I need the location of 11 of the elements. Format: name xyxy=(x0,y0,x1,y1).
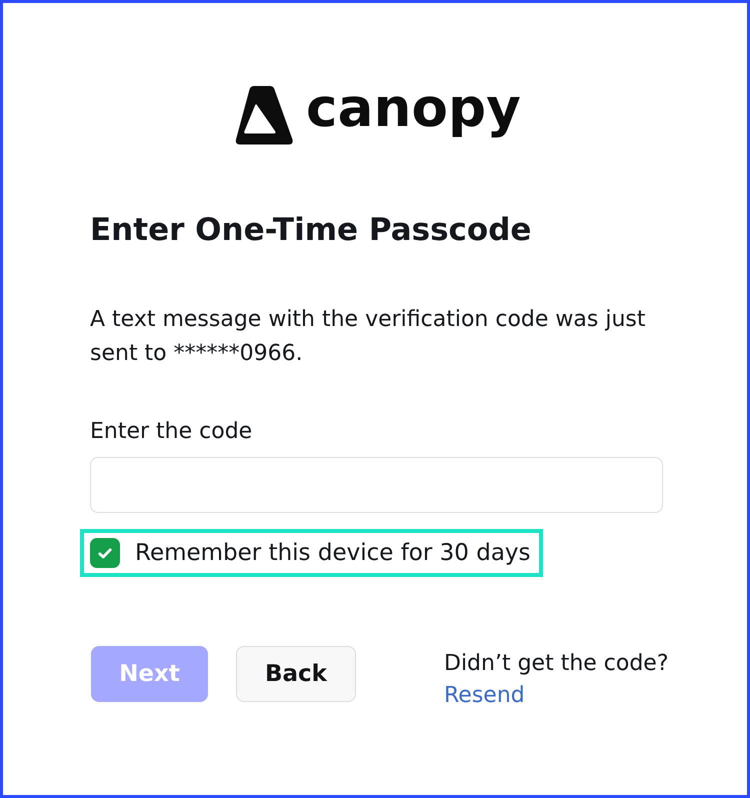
remember-label[interactable]: Remember this device for 30 days xyxy=(135,538,531,568)
page-title: Enter One-Time Passcode xyxy=(90,211,532,250)
message-text: A text message with the verification code was just sent to ******0966. xyxy=(90,306,646,368)
field-label: Enter the code xyxy=(90,418,252,446)
logo-wordmark: canopy xyxy=(306,79,521,139)
check-icon xyxy=(98,548,112,558)
checkbox[interactable] xyxy=(90,538,120,568)
secondary-button[interactable]: Back xyxy=(236,646,356,702)
resend-prompt: Didn’t get the code? xyxy=(444,650,669,678)
code-input[interactable] xyxy=(90,457,663,513)
resend-link[interactable]: Resend xyxy=(444,680,525,712)
